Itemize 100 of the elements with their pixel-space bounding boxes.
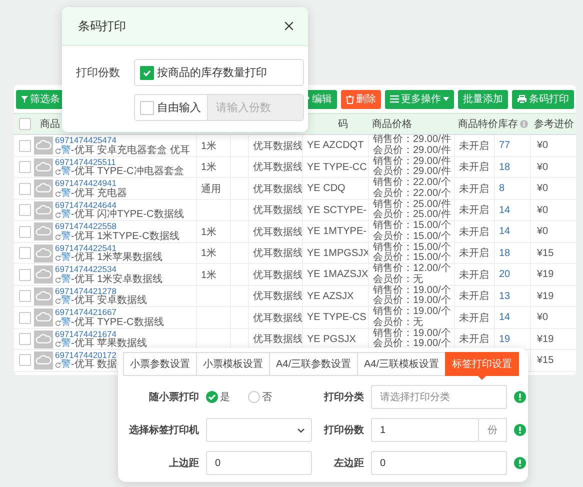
product-name: -优耳 闪冲TYPE-C数据线	[71, 210, 184, 220]
checkbox[interactable]	[19, 333, 31, 345]
caret-icon	[443, 97, 449, 101]
radio-label: 否	[262, 391, 272, 404]
table-cell: ¥0	[530, 200, 576, 220]
checkbox[interactable]	[140, 66, 154, 80]
barcode-link[interactable]: 6971474425474	[55, 135, 116, 146]
table-cell: 1米	[196, 242, 230, 264]
settings-tab[interactable]: 小票模板设置	[196, 352, 270, 376]
barcode-link[interactable]: 6971474424644	[55, 200, 116, 210]
barcode-link[interactable]: 6971474424941	[55, 178, 116, 188]
radio-button[interactable]	[206, 391, 218, 403]
table-cell: 优耳数据线	[248, 135, 302, 156]
checkbox[interactable]	[19, 226, 31, 238]
table-cell: ¥19	[530, 328, 576, 350]
field-label: 打印份数	[76, 66, 121, 80]
checkbox[interactable]	[19, 290, 31, 302]
text-field[interactable]: 0	[206, 451, 312, 475]
stock-link[interactable]: 14	[494, 221, 530, 242]
product-name: -优耳 TYPE-C数据线	[71, 318, 164, 328]
barcode-link[interactable]: 6971474420172	[55, 350, 116, 360]
stock-link[interactable]: 18	[494, 242, 530, 264]
checkbox[interactable]	[19, 182, 31, 194]
stock-link[interactable]: 18	[494, 156, 530, 178]
barcode-link[interactable]: 6971474425511	[55, 156, 116, 167]
barcode-link[interactable]: 6971474421674	[55, 328, 116, 339]
member-price: 会员价：29.00/件	[373, 167, 452, 177]
image-placeholder-icon	[34, 265, 53, 284]
stock-link[interactable]: 20	[494, 264, 530, 285]
close-icon[interactable]	[282, 19, 296, 33]
barcode-link[interactable]: 6971474421667	[55, 307, 116, 318]
table-cell: YE AZCDQT	[302, 135, 368, 156]
alert-tag: 警	[61, 167, 71, 178]
table-cell: YE SCTYPE-	[302, 200, 368, 220]
product-name: -优耳 安卓充电器套盒 优耳	[71, 146, 190, 156]
refresh-icon	[55, 341, 61, 348]
print-button[interactable]: 条码打印	[512, 90, 574, 108]
table-cell: ¥0	[530, 156, 576, 178]
barcode-link[interactable]: 6971474422541	[55, 242, 116, 253]
alert-tag: 警	[61, 296, 71, 306]
barcode-link[interactable]: 6971474422558	[55, 221, 116, 232]
checkbox[interactable]	[19, 268, 31, 280]
table-cell: YE TYPE-CC	[302, 156, 368, 178]
alert-tag: 警	[61, 146, 71, 156]
text-field[interactable]: 1	[371, 418, 479, 442]
text-field[interactable]: 请选择打印分类	[371, 385, 507, 409]
radio-button[interactable]	[248, 391, 260, 403]
checkbox-label: 按商品的库存数量打印	[157, 66, 267, 80]
printer-select[interactable]	[206, 418, 312, 442]
barcode-link[interactable]: 6971474421278	[55, 286, 116, 296]
table-cell: 1米	[196, 135, 230, 156]
settings-tab[interactable]: A4/三联模板设置	[357, 352, 446, 376]
checkbox[interactable]	[19, 312, 31, 324]
table-cell: YE CDQ	[302, 178, 368, 199]
table-cell: 优耳数据线	[248, 264, 302, 285]
stock-link[interactable]: 13	[494, 286, 530, 306]
checkbox[interactable]	[19, 247, 31, 259]
stock-link[interactable]: 14	[494, 307, 530, 328]
refresh-icon	[55, 190, 61, 197]
add-button[interactable]: 批量添加	[458, 90, 508, 108]
stock-link[interactable]: 77	[494, 135, 530, 156]
alert-tag: 警	[61, 274, 71, 285]
barcode-link[interactable]: 6971474422534	[55, 264, 116, 274]
checkbox[interactable]	[19, 140, 31, 152]
dialog-title: 条码打印	[78, 18, 126, 34]
text-field[interactable]: 0	[371, 451, 507, 475]
column-header: 参考进价	[533, 118, 575, 131]
more-actions-dropdown[interactable]: 更多操作	[385, 90, 454, 108]
checkbox[interactable]	[19, 118, 31, 130]
sale-price: 销售价：25.00/件	[373, 200, 452, 210]
checkbox[interactable]	[19, 354, 31, 366]
refresh-icon	[55, 169, 61, 176]
settings-tab[interactable]: A4/三联参数设置	[269, 352, 358, 376]
delete-button[interactable]: 删除	[341, 90, 381, 108]
refresh-icon	[55, 362, 61, 368]
sale-price: 销售价：29.00/件	[373, 156, 452, 166]
list-icon	[390, 95, 399, 103]
checkbox[interactable]	[19, 204, 31, 216]
table-cell: YE 1MPGSJX	[302, 242, 368, 264]
radio-label: 是	[220, 391, 230, 404]
image-placeholder-icon	[34, 200, 53, 220]
sale-price: 销售价：19.00/个	[373, 286, 452, 296]
table-cell: 未开启	[454, 264, 494, 285]
image-placeholder-icon	[34, 308, 53, 327]
stock-link[interactable]: 8	[494, 178, 530, 199]
alert-tag: 警	[61, 360, 71, 370]
table-cell: 优耳数据线	[248, 221, 302, 242]
checkbox[interactable]	[19, 161, 31, 173]
table-cell: ¥15	[530, 350, 576, 370]
image-placeholder-icon	[34, 350, 53, 370]
settings-tab[interactable]: 小票参数设置	[123, 352, 197, 376]
checkbox[interactable]	[140, 100, 154, 114]
alert-tag: 警	[61, 210, 71, 220]
alert-tag: 警	[61, 232, 71, 242]
refresh-icon	[55, 276, 61, 283]
table-cell: 优耳数据线	[248, 307, 302, 328]
product-name: -优耳 TYPE-C冲电器套盒	[71, 167, 184, 178]
product-name: -优耳 1米苹果数据线	[71, 253, 163, 264]
stock-link[interactable]: 14	[494, 200, 530, 220]
table-cell: ¥0	[530, 307, 576, 328]
